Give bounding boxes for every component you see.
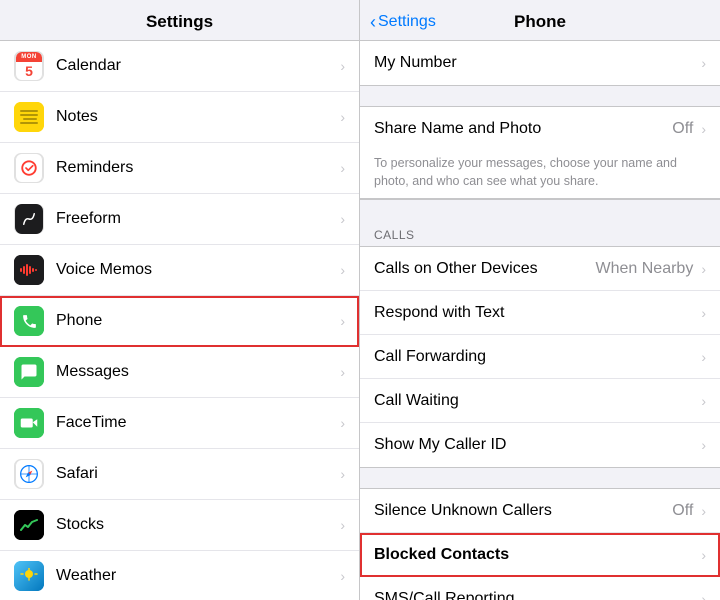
right-item-blocked-contacts[interactable]: Blocked Contacts › (360, 533, 720, 577)
calendar-icon: MON 5 (14, 51, 44, 81)
bottom-item-label: Silence Unknown Callers (374, 502, 672, 520)
share-name-value: Off (672, 120, 693, 138)
weather-icon (14, 561, 44, 591)
freeform-icon (14, 204, 44, 234)
sidebar-item-phone[interactable]: Phone › (0, 296, 359, 347)
chevron-right-icon: › (340, 568, 345, 584)
right-item-call-waiting[interactable]: Call Waiting › (360, 379, 720, 423)
phone-icon (14, 306, 44, 336)
left-panel: Settings MON 5 Calendar › Notes › (0, 0, 360, 600)
calls-item-label: Respond with Text (374, 304, 697, 322)
share-name-description: To personalize your messages, choose you… (360, 151, 720, 199)
right-panel-header: ‹ Settings Phone (360, 0, 720, 41)
right-item-calls-other-devices[interactable]: Calls on Other Devices When Nearby › (360, 247, 720, 291)
calls-item-label: Call Waiting (374, 392, 697, 410)
right-item-silence-unknown[interactable]: Silence Unknown Callers Off › (360, 489, 720, 533)
sidebar-item-calendar[interactable]: MON 5 Calendar › (0, 41, 359, 92)
chevron-right-icon: › (701, 349, 706, 365)
chevron-right-icon: › (340, 466, 345, 482)
sidebar-item-label: Voice Memos (56, 261, 336, 279)
settings-list: MON 5 Calendar › Notes › Remind (0, 41, 359, 600)
calls-section-label: CALLS (360, 220, 720, 246)
sidebar-item-label: Phone (56, 312, 336, 330)
sidebar-item-notes[interactable]: Notes › (0, 92, 359, 143)
chevron-right-icon: › (340, 262, 345, 278)
right-item-respond-with-text[interactable]: Respond with Text › (360, 291, 720, 335)
right-panel: ‹ Settings Phone My Number › Share Name … (360, 0, 720, 600)
safari-icon (14, 459, 44, 489)
chevron-right-icon: › (701, 393, 706, 409)
sidebar-item-reminders[interactable]: Reminders › (0, 143, 359, 194)
voicememos-icon (14, 255, 44, 285)
right-content: My Number › Share Name and Photo Off › T… (360, 41, 720, 600)
reminders-icon (14, 153, 44, 183)
chevron-right-icon: › (340, 58, 345, 74)
calls-item-label: Calls on Other Devices (374, 260, 596, 278)
back-label: Settings (378, 13, 436, 31)
right-item-my-number[interactable]: My Number › (360, 41, 720, 85)
sidebar-item-label: Reminders (56, 159, 336, 177)
sidebar-item-safari[interactable]: Safari › (0, 449, 359, 500)
left-panel-header: Settings (0, 0, 359, 41)
sidebar-item-stocks[interactable]: Stocks › (0, 500, 359, 551)
share-name-label: Share Name and Photo (374, 120, 672, 138)
chevron-right-icon: › (701, 55, 706, 71)
chevron-right-icon: › (701, 121, 706, 137)
right-item-sms-reporting[interactable]: SMS/Call Reporting › (360, 577, 720, 600)
sidebar-item-label: Calendar (56, 57, 336, 75)
sidebar-item-label: Weather (56, 567, 336, 585)
right-item-show-caller-id[interactable]: Show My Caller ID › (360, 423, 720, 467)
bottom-item-label: Blocked Contacts (374, 546, 697, 564)
chevron-right-icon: › (701, 547, 706, 563)
chevron-right-icon: › (701, 437, 706, 453)
messages-icon (14, 357, 44, 387)
sidebar-item-weather[interactable]: Weather › (0, 551, 359, 600)
chevron-right-icon: › (701, 503, 706, 519)
right-item-call-forwarding[interactable]: Call Forwarding › (360, 335, 720, 379)
back-chevron-icon: ‹ (370, 12, 376, 33)
left-panel-title: Settings (146, 12, 213, 31)
sidebar-item-label: Notes (56, 108, 336, 126)
my-number-label: My Number (374, 54, 697, 72)
sidebar-item-label: FaceTime (56, 414, 336, 432)
facetime-icon (14, 408, 44, 438)
back-button[interactable]: ‹ Settings (370, 12, 436, 33)
sidebar-item-label: Safari (56, 465, 336, 483)
calls-item-label: Call Forwarding (374, 348, 697, 366)
notes-icon (14, 102, 44, 132)
chevron-right-icon: › (701, 261, 706, 277)
chevron-right-icon: › (701, 305, 706, 321)
app-container: Settings MON 5 Calendar › Notes › (0, 0, 720, 600)
chevron-right-icon: › (340, 109, 345, 125)
calls-item-label: Show My Caller ID (374, 436, 697, 454)
bottom-item-value: Off (672, 502, 693, 520)
chevron-right-icon: › (340, 517, 345, 533)
sidebar-item-label: Freeform (56, 210, 336, 228)
bottom-item-label: SMS/Call Reporting (374, 590, 697, 600)
sidebar-item-freeform[interactable]: Freeform › (0, 194, 359, 245)
chevron-right-icon: › (340, 415, 345, 431)
sidebar-item-facetime[interactable]: FaceTime › (0, 398, 359, 449)
sidebar-item-label: Stocks (56, 516, 336, 534)
sidebar-item-voice-memos[interactable]: Voice Memos › (0, 245, 359, 296)
sidebar-item-messages[interactable]: Messages › (0, 347, 359, 398)
chevron-right-icon: › (340, 313, 345, 329)
chevron-right-icon: › (701, 591, 706, 600)
right-panel-title: Phone (514, 12, 566, 32)
chevron-right-icon: › (340, 364, 345, 380)
chevron-right-icon: › (340, 211, 345, 227)
right-item-share-name[interactable]: Share Name and Photo Off › (360, 107, 720, 151)
calls-item-value: When Nearby (596, 260, 694, 278)
stocks-icon (14, 510, 44, 540)
chevron-right-icon: › (340, 160, 345, 176)
sidebar-item-label: Messages (56, 363, 336, 381)
